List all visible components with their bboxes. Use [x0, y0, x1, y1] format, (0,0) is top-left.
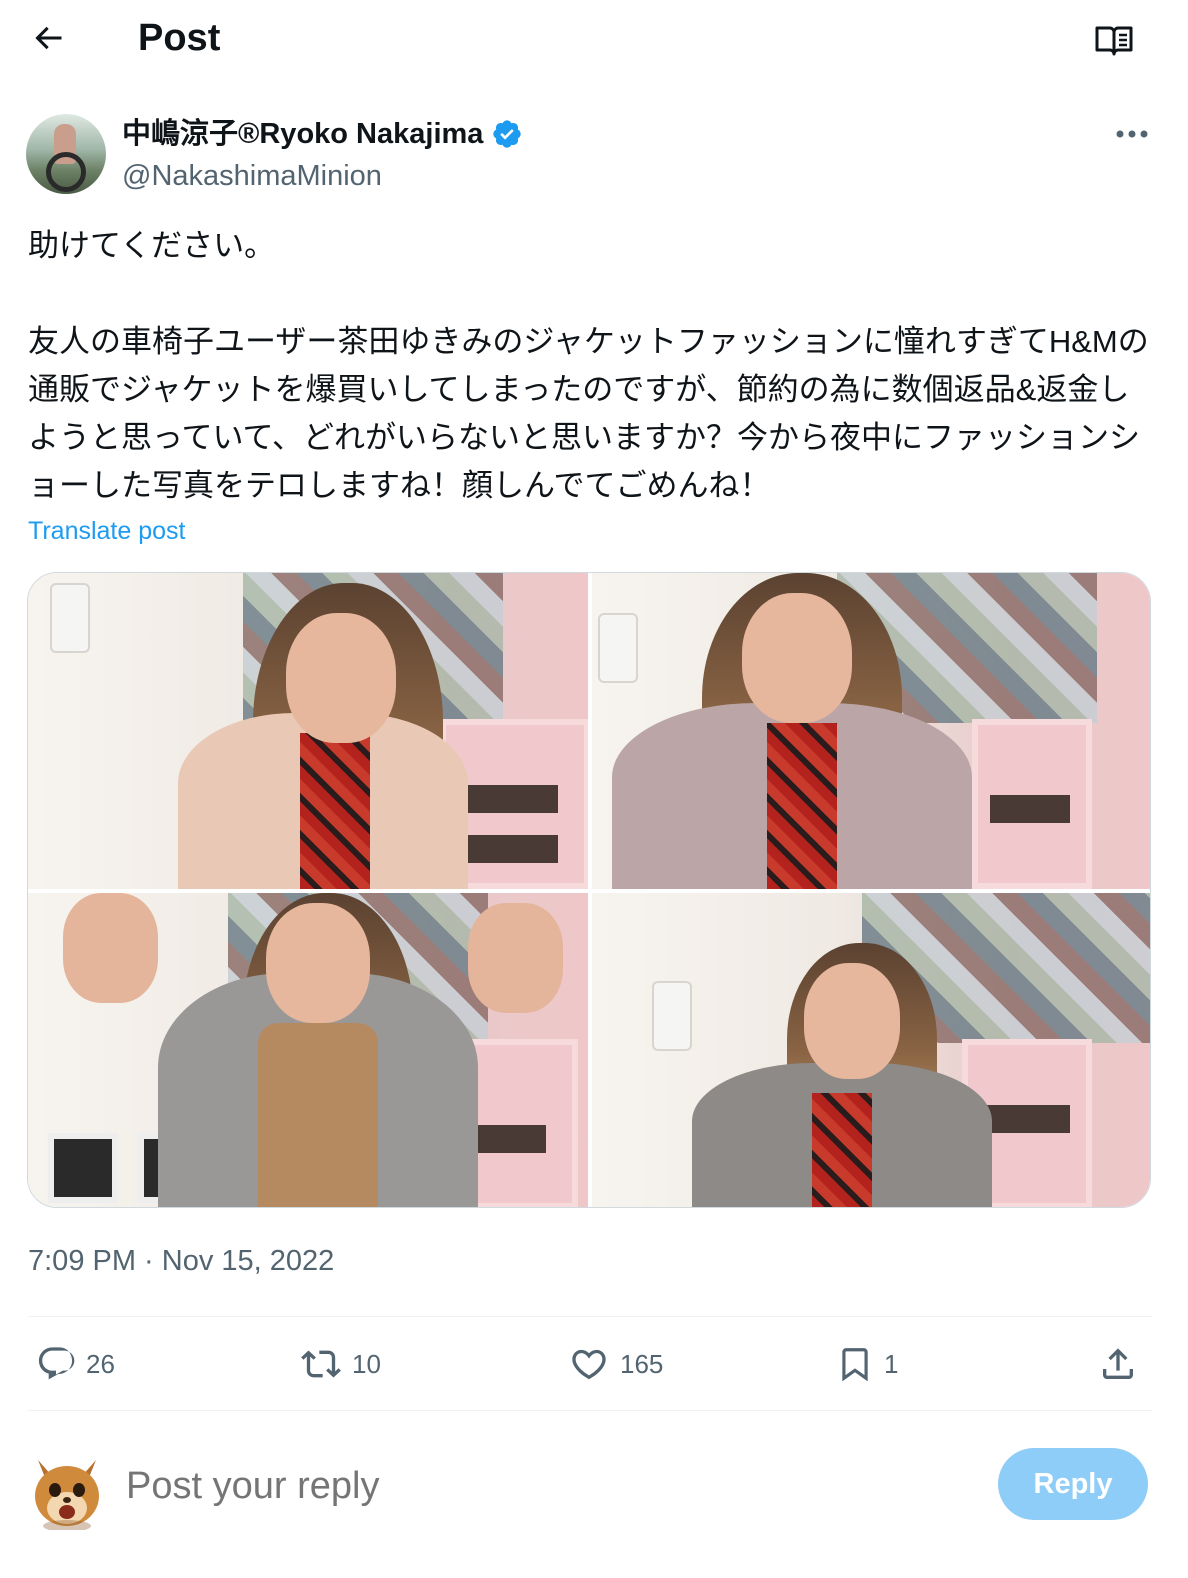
scarf-shape [812, 1093, 872, 1207]
page-title: Post [138, 17, 221, 59]
reply-count: 26 [86, 1348, 115, 1379]
verified-badge-icon[interactable] [491, 118, 523, 150]
reply-input[interactable] [126, 1460, 966, 1512]
post-text: 助けてください。 友人の車椅子ユーザー茶田ゆきみのジャケットファッションに憧れす… [28, 228, 1149, 503]
share-action[interactable] [1098, 1340, 1148, 1388]
shelf-slot [980, 1105, 1070, 1133]
author-handle[interactable]: @NakashimaMinion [122, 158, 382, 194]
post-actions-bar: 26 10 165 1 [0, 1328, 1188, 1400]
post-timestamp[interactable]: 7:09 PM · Nov 15, 2022 [28, 1242, 334, 1280]
reply-icon [38, 1347, 75, 1380]
pink-shelf [972, 719, 1092, 889]
avatar-wheelchair-shape [46, 152, 86, 192]
post-photo-2[interactable] [592, 573, 1150, 889]
reader-mode-icon [1095, 26, 1133, 56]
shelf-slot [458, 835, 558, 863]
scarf-shape [300, 733, 370, 889]
author-avatar[interactable] [26, 114, 106, 194]
share-icon [1103, 1348, 1133, 1379]
sweater-shape [258, 1023, 378, 1207]
arrow-left-icon [35, 26, 62, 50]
cat-avatar-icon [35, 1460, 99, 1532]
reply-button[interactable]: Reply [998, 1448, 1148, 1520]
face-shape [266, 903, 370, 1023]
reply-action[interactable]: 26 [36, 1340, 115, 1388]
more-options-button[interactable] [1108, 114, 1156, 154]
raised-hand-shape [63, 893, 158, 1003]
like-action[interactable]: 165 [568, 1340, 663, 1388]
post-photo-4[interactable] [592, 893, 1150, 1207]
post-photo-3[interactable] [28, 893, 588, 1207]
author-name-text: 中嶋涼子®Ryoko Nakajima [122, 118, 484, 150]
bookmark-icon [842, 1348, 868, 1382]
post-photo-1[interactable] [28, 573, 588, 889]
bookmark-count: 1 [884, 1348, 899, 1379]
shelf-slot [458, 785, 558, 813]
back-button[interactable] [26, 16, 70, 60]
translate-post-link[interactable]: Translate post [28, 514, 185, 548]
divider [28, 1410, 1152, 1411]
repost-count: 10 [352, 1348, 381, 1379]
repost-action[interactable]: 10 [300, 1340, 381, 1388]
current-user-avatar[interactable] [30, 1450, 104, 1532]
bookmark-action[interactable]: 1 [836, 1340, 898, 1388]
repost-icon [301, 1350, 341, 1378]
like-count: 165 [620, 1348, 664, 1379]
heart-icon [572, 1349, 606, 1380]
top-bar: Post [0, 0, 1188, 80]
shelf-slot [990, 795, 1070, 823]
post-page: Post 中嶋涼子®Ryoko Nakajima @NakashimaMinio… [0, 0, 1188, 1578]
face-shape [286, 613, 396, 743]
wall-switch [598, 613, 638, 683]
raised-hand-shape [468, 903, 563, 1013]
divider [28, 1316, 1152, 1317]
more-horizontal-icon [1116, 130, 1148, 138]
face-shape [742, 593, 852, 723]
wall-switch [50, 583, 90, 653]
photo-frame-shape [48, 1133, 118, 1203]
author-name[interactable]: 中嶋涼子®Ryoko Nakajima [122, 116, 523, 152]
post-media-grid [27, 572, 1151, 1208]
scarf-shape [767, 723, 837, 889]
face-shape [804, 963, 900, 1079]
reader-mode-button[interactable] [1092, 18, 1136, 62]
wall-switch [652, 981, 692, 1051]
